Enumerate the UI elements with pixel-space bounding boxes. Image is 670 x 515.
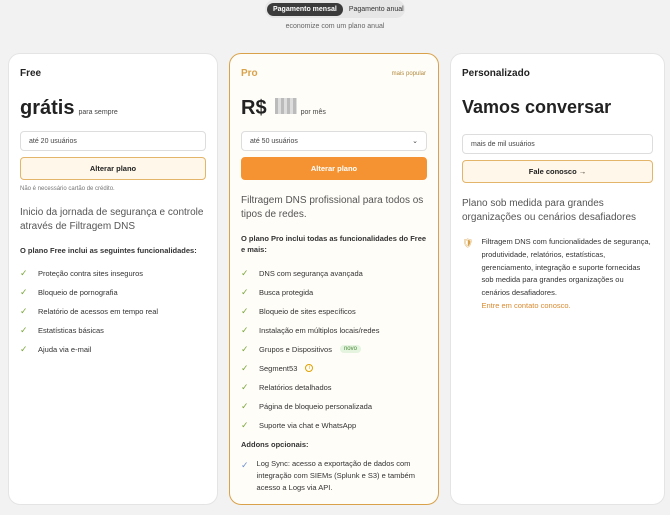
check-icon: ✓ [241,286,249,297]
plan-description: Plano sob medida para grandes organizaçõ… [462,198,636,223]
check-icon: ✓ [241,400,249,411]
check-icon: ✓ [241,419,249,430]
check-icon: ✓ [241,305,249,316]
feature-item: ✓ Grupos e Dispositivos novo [241,340,427,359]
price-blurred [274,98,297,114]
check-icon: ✓ [241,459,249,470]
price: grátis [20,97,75,119]
feature-item: ✓ Estatísticas básicas [20,325,104,336]
features-heading: O plano Free inclui as seguintes funcion… [20,246,197,255]
change-plan-button[interactable]: Alterar plano [20,157,206,180]
plan-description: Inicio da jornada de segurança e control… [20,207,204,232]
billing-toggle: Pagamento mensal Pagamento anual [265,0,405,18]
feature-item: ✓ Busca protegida [241,286,314,297]
users-select[interactable]: mais de mil usuários [462,134,653,154]
check-icon: ✓ [241,362,249,373]
monthly-option[interactable]: Pagamento mensal [267,2,343,16]
price-row: R$ por mês [241,97,427,121]
check-icon: ✓ [241,381,249,392]
users-select-value: até 50 usuários [250,137,298,145]
feature-item: ✓ Suporte via chat e WhatsApp [241,419,357,430]
feature-item: ✓ Instalação em múltiplos locais/redes [241,324,380,335]
check-icon: ✓ [241,267,249,278]
plan-name: Free [20,68,42,79]
price-suffix: para sempre [78,109,118,116]
annual-option[interactable]: Pagamento anual [343,3,410,16]
contact-us-button[interactable]: Fale conosco → [462,160,653,183]
plan-name: Personalizado [462,68,530,79]
annual-savings-note: economize com um plano anual [285,23,385,30]
feature-item: ✓ Ajuda via e-mail [20,344,92,355]
features-heading: O plano Pro inclui todas as funcionalida… [241,234,427,255]
feature-item: ✓ Proteção contra sites inseguros [20,268,144,279]
contact-link[interactable]: Entre em contato conosco. [481,301,570,310]
info-icon[interactable]: i [305,364,314,372]
change-plan-button[interactable]: Alterar plano [241,157,427,180]
custom-features-text: Filtragem DNS com funcionalidades de seg… [481,237,651,297]
price-row: grátis para sempre [20,97,206,121]
feature-item: ✓ Página de bloqueio personalizada [241,400,373,411]
chevron-down-icon: ⌄ [412,138,418,145]
popular-badge: mais popular [391,71,426,77]
users-select-value: mais de mil usuários [471,140,535,148]
feature-item: ✓ Bloqueio de sites específicos [241,305,356,316]
price-currency: R$ [241,97,267,119]
feature-item: ✓ DNS com segurança avançada [241,267,363,278]
no-card-note: Não é necessário cartão de crédito. [20,186,115,192]
new-badge: novo [339,345,361,353]
plan-description: Filtragem DNS profissional para todos os… [241,195,424,220]
check-icon: ✓ [20,287,28,298]
feature-item: ✓ Relatório de acessos em tempo real [20,306,159,317]
plan-card-custom: Personalizado Vamos conversar mais de mi… [450,53,665,505]
users-select-value: até 20 usuários [29,137,77,145]
users-select[interactable]: até 20 usuários [20,131,206,151]
plan-card-free: Free grátis para sempre até 20 usuários … [8,53,218,505]
addon-item: ✓ Log Sync: acesso a exportação de dados … [241,458,415,492]
check-icon: ✓ [20,344,28,355]
check-icon: ✓ [20,268,28,279]
custom-features: 🛡 Filtragem DNS com funcionalidades de s… [462,236,653,313]
feature-item: ✓ Relatórios detalhados [241,381,332,392]
custom-title: Vamos conversar [462,97,612,117]
feature-item: ✓ Segment53 i [241,359,427,378]
feature-item: ✓ Bloqueio de pornografia [20,287,118,298]
users-select[interactable]: até 50 usuários ⌄ [241,131,427,151]
check-icon: ✓ [241,324,249,335]
check-icon: ✓ [241,343,249,354]
check-icon: ✓ [20,306,28,317]
addons-heading: Addons opcionais: [241,439,309,449]
plan-card-pro: Pro mais popular R$ por mês até 50 usuár… [229,53,439,505]
price-suffix: por mês [300,109,326,116]
shield-icon: 🛡 [462,238,474,248]
check-icon: ✓ [20,325,28,336]
